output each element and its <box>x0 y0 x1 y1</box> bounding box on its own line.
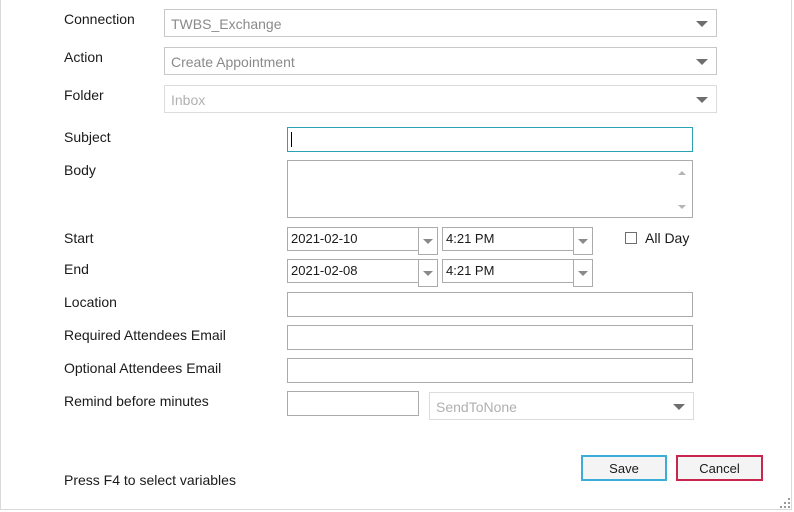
chevron-down-icon <box>696 97 708 103</box>
start-date-dropdown[interactable] <box>418 227 438 255</box>
variables-hint: Press F4 to select variables <box>64 472 236 488</box>
scroll-down-icon[interactable] <box>678 205 686 209</box>
subject-input[interactable] <box>287 127 693 152</box>
end-date-value: 2021-02-08 <box>291 263 358 278</box>
all-day-label: All Day <box>645 230 690 246</box>
chevron-down-icon <box>696 59 708 65</box>
end-label: End <box>64 261 89 277</box>
required-attendees-label: Required Attendees Email <box>64 327 226 343</box>
end-date-input[interactable]: 2021-02-08 <box>287 259 419 283</box>
text-caret <box>291 132 292 147</box>
chevron-down-icon <box>578 271 588 276</box>
subject-label: Subject <box>64 129 111 145</box>
location-label: Location <box>64 294 117 310</box>
action-value: Create Appointment <box>171 54 295 70</box>
action-combo[interactable]: Create Appointment <box>164 47 717 75</box>
connection-combo[interactable]: TWBS_Exchange <box>164 9 717 37</box>
folder-combo[interactable]: Inbox <box>164 85 717 113</box>
end-time-dropdown[interactable] <box>573 259 593 287</box>
start-label: Start <box>64 230 94 246</box>
end-date-dropdown[interactable] <box>418 259 438 287</box>
connection-label: Connection <box>64 11 135 27</box>
folder-value: Inbox <box>171 92 206 108</box>
body-label: Body <box>64 162 96 178</box>
remind-label: Remind before minutes <box>64 393 209 409</box>
start-time-dropdown[interactable] <box>573 227 593 255</box>
body-textarea[interactable] <box>287 160 693 218</box>
connection-value: TWBS_Exchange <box>171 16 282 32</box>
remind-minutes-input[interactable] <box>287 391 419 416</box>
send-option-value: SendToNone <box>436 399 517 415</box>
chevron-down-icon <box>673 404 685 410</box>
optional-attendees-input[interactable] <box>287 358 693 383</box>
chevron-down-icon <box>578 239 588 244</box>
end-time-value: 4:21 PM <box>446 263 495 278</box>
start-time-value: 4:21 PM <box>446 231 495 246</box>
start-date-value: 2021-02-10 <box>291 231 358 246</box>
start-time-input[interactable]: 4:21 PM <box>442 227 574 251</box>
start-date-input[interactable]: 2021-02-10 <box>287 227 419 251</box>
cancel-button[interactable]: Cancel <box>676 455 763 481</box>
scroll-up-icon[interactable] <box>678 171 686 175</box>
chevron-down-icon <box>423 271 433 276</box>
required-attendees-input[interactable] <box>287 325 693 350</box>
chevron-down-icon <box>696 21 708 27</box>
save-button[interactable]: Save <box>581 455 667 481</box>
location-input[interactable] <box>287 292 693 317</box>
resize-grip-icon[interactable] <box>780 498 790 508</box>
send-option-combo[interactable]: SendToNone <box>429 392 694 420</box>
optional-attendees-label: Optional Attendees Email <box>64 360 222 376</box>
end-time-input[interactable]: 4:21 PM <box>442 259 574 283</box>
action-label: Action <box>64 49 103 65</box>
dialog-frame <box>0 0 792 510</box>
all-day-checkbox[interactable] <box>625 232 637 244</box>
folder-label: Folder <box>64 87 104 103</box>
chevron-down-icon <box>423 239 433 244</box>
